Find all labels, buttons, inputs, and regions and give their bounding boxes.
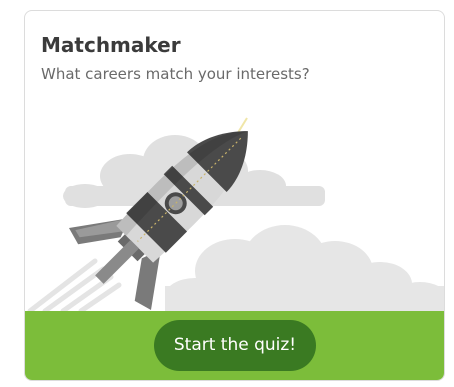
start-quiz-button[interactable]: Start the quiz! xyxy=(154,320,316,371)
card-subtitle: What careers match your interests? xyxy=(41,65,310,83)
card-title: Matchmaker xyxy=(41,33,181,57)
rocket-illustration xyxy=(27,117,444,311)
cloud-lower xyxy=(165,225,444,311)
matchmaker-card: Matchmaker What careers match your inter… xyxy=(24,10,445,381)
